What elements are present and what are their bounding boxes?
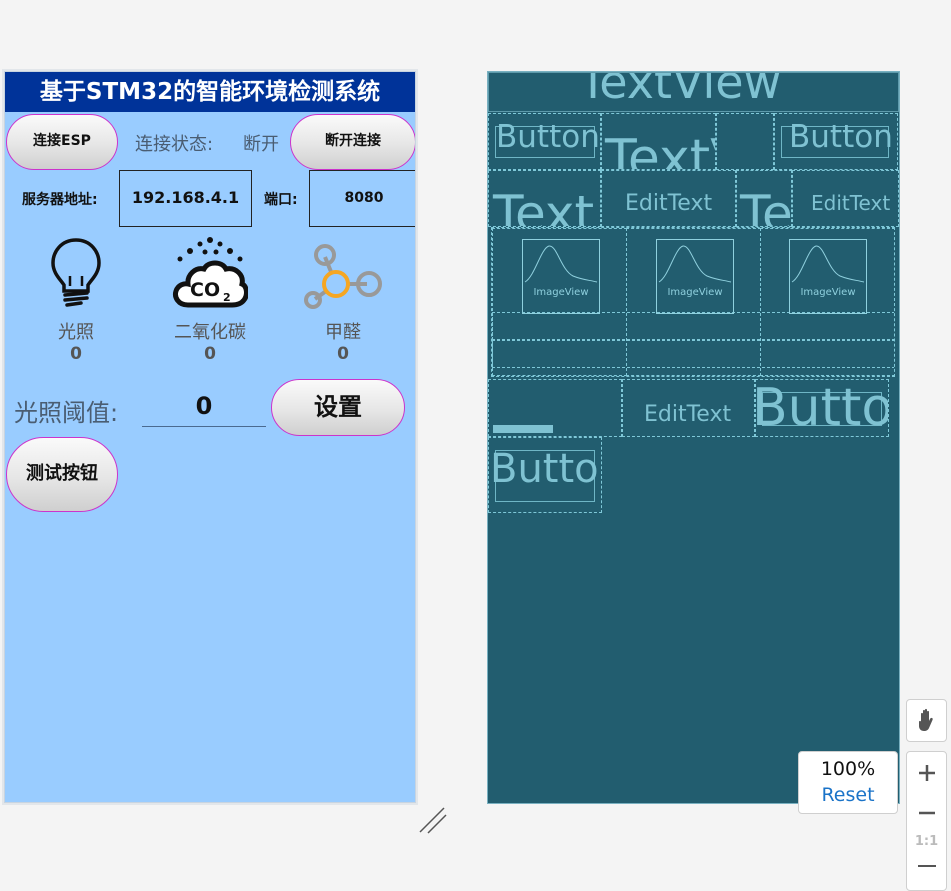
blueprint-imageview-formaldehyde[interactable]: ImageView xyxy=(789,239,867,314)
zoom-actual-size-button[interactable]: 1:1 xyxy=(907,830,946,860)
hand-icon xyxy=(918,708,933,731)
pan-tool-button[interactable] xyxy=(906,699,947,742)
blueprint-button-set[interactable]: Button xyxy=(755,379,889,437)
blueprint-button-test[interactable]: Button xyxy=(488,437,602,513)
light-value: 0 xyxy=(70,344,82,364)
blueprint-edittext-threshold[interactable]: EditText xyxy=(622,379,755,437)
blueprint-textview-mid[interactable]: TextV xyxy=(601,113,716,170)
lightbulb-icon xyxy=(51,238,101,307)
port-label: 端口: xyxy=(264,192,298,208)
blueprint-text-mid[interactable]: Te xyxy=(736,170,792,227)
zoom-popup: 100% Reset xyxy=(798,751,898,814)
blueprint-edittext-server[interactable]: EditText xyxy=(601,170,736,227)
graph-thumbnail-icon xyxy=(791,245,865,283)
disconnect-button[interactable]: 断开连接 xyxy=(290,114,415,170)
connection-status-label: 连接状态: xyxy=(135,134,214,155)
connection-status-value: 断开 xyxy=(243,134,279,155)
server-address-label: 服务器地址: xyxy=(22,192,98,208)
blueprint-title-textview[interactable]: TextView xyxy=(488,72,899,112)
light-threshold-label: 光照阈值: xyxy=(14,399,119,427)
blueprint-threshold-text[interactable] xyxy=(488,379,622,437)
formaldehyde-value: 0 xyxy=(337,344,349,364)
blueprint-button-left[interactable]: Button xyxy=(488,113,601,170)
svg-text:CO: CO xyxy=(190,279,220,301)
blueprint-view: TextView Button TextV Button Text EditTe… xyxy=(487,71,900,804)
blueprint-button-right[interactable]: Button xyxy=(774,113,898,170)
svg-text:2: 2 xyxy=(223,291,231,304)
blueprint-imageview-co2[interactable]: ImageView xyxy=(656,239,734,314)
light-label: 光照 xyxy=(58,322,94,343)
zoom-fit-button[interactable] xyxy=(907,860,946,870)
blueprint-text-left[interactable]: Text xyxy=(488,170,601,227)
plus-icon xyxy=(919,765,935,781)
port-input[interactable]: 8080 xyxy=(309,170,415,227)
set-threshold-button[interactable]: 设置 xyxy=(271,379,405,436)
light-threshold-input[interactable]: 0 xyxy=(142,392,266,427)
zoom-in-button[interactable] xyxy=(907,752,946,792)
minus-icon xyxy=(919,811,935,815)
molecule-icon xyxy=(304,244,382,309)
co2-label: 二氧化碳 xyxy=(174,322,246,343)
blueprint-edittext-port[interactable]: EditText xyxy=(792,170,899,227)
blueprint-spacer xyxy=(716,113,774,170)
test-button[interactable]: 测试按钮 xyxy=(6,437,118,512)
blueprint-imageview-light[interactable]: ImageView xyxy=(522,239,600,314)
formaldehyde-label: 甲醛 xyxy=(325,322,361,343)
zoom-level: 100% xyxy=(820,758,876,780)
connect-esp-button[interactable]: 连接ESP xyxy=(6,114,118,170)
design-preview: 基于STM32的智能环境检测系统 连接ESP 连接状态: 断开 断开连接 服务器… xyxy=(4,71,416,803)
zoom-reset-link[interactable]: Reset xyxy=(799,784,897,806)
graph-thumbnail-icon xyxy=(524,245,598,283)
co2-cloud-icon: CO 2 xyxy=(173,237,248,308)
app-title-bar: 基于STM32的智能环境检测系统 xyxy=(5,72,415,112)
zoom-out-button[interactable] xyxy=(907,792,946,830)
fit-icon xyxy=(918,865,936,867)
zoom-controls: 1:1 xyxy=(906,751,947,891)
co2-value: 0 xyxy=(204,344,216,364)
graph-thumbnail-icon xyxy=(658,245,732,283)
resize-handle-icon[interactable] xyxy=(418,806,448,836)
server-address-input[interactable]: 192.168.4.1 xyxy=(119,170,252,227)
